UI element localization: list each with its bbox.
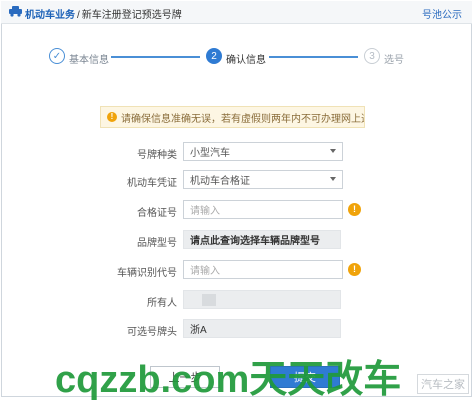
breadcrumb-section[interactable]: 机动车业务 [25, 10, 75, 21]
plate-type-value: 小型汽车 [190, 148, 230, 159]
row-brand-model: 品牌型号 请点此查询选择车辆品牌型号 [0, 230, 475, 250]
row-owner: 所有人 [0, 290, 475, 310]
alert-text: 请确保信息准确无误，若有虚假则两年内不可办理网上选号业务 [121, 113, 364, 125]
plate-type-label: 号牌种类 [137, 150, 177, 161]
owner-redacted [202, 293, 216, 306]
vehicle-cert-select[interactable]: 机动车合格证 [183, 170, 343, 189]
breadcrumb: 机动车业务 / 新车注册登记预选号牌 [25, 6, 182, 21]
step-2-label: 确认信息 [226, 55, 266, 66]
row-vehicle-cert: 机动车凭证 机动车合格证 [0, 170, 475, 190]
car-icon [9, 6, 22, 17]
help-icon[interactable]: ! [348, 263, 361, 276]
cert-number-input[interactable]: 请输入 [183, 200, 343, 219]
breadcrumb-separator: / [77, 10, 80, 21]
vehicle-cert-value: 机动车合格证 [190, 176, 250, 187]
cert-number-label: 合格证号 [137, 208, 177, 219]
brand-model-lookup[interactable]: 请点此查询选择车辆品牌型号 [183, 230, 341, 249]
owner-field [183, 290, 341, 309]
plate-prefix-label: 可选号牌头 [127, 327, 177, 338]
step-1-label: 基本信息 [69, 55, 109, 66]
notice-link[interactable]: 号池公示 [422, 6, 462, 21]
step-indicator: ✓ 基本信息 2 确认信息 3 选号 [40, 42, 440, 72]
step-connector-1 [111, 56, 200, 58]
step-connector-2 [269, 56, 358, 58]
plate-type-select[interactable]: 小型汽车 [183, 142, 343, 161]
vehicle-cert-label: 机动车凭证 [127, 178, 177, 189]
chevron-down-icon [330, 149, 336, 153]
vin-input[interactable]: 请输入 [183, 260, 343, 279]
warning-icon: ! [107, 112, 117, 122]
step-1-check-icon: ✓ [49, 48, 65, 64]
row-plate-type: 号牌种类 小型汽车 [0, 142, 475, 162]
vin-placeholder: 请输入 [190, 266, 220, 277]
vin-label: 车辆识别代号 [117, 268, 177, 279]
top-bar: 机动车业务 / 新车注册登记预选号牌 号池公示 [1, 1, 472, 24]
row-cert-number: 合格证号 请输入 ! [0, 200, 475, 220]
watermark: cqzzb.com天天改车 [55, 359, 402, 401]
help-icon[interactable]: ! [348, 203, 361, 216]
plate-prefix-field: 浙A [183, 319, 341, 338]
row-plate-prefix: 可选号牌头 浙A [0, 319, 475, 339]
row-vin: 车辆识别代号 请输入 ! [0, 260, 475, 280]
cert-number-placeholder: 请输入 [190, 206, 220, 217]
warning-alert: ! 请确保信息准确无误，若有虚假则两年内不可办理网上选号业务 [100, 106, 365, 128]
corner-logo: 汽车之家 [417, 374, 469, 394]
step-2-number: 2 [206, 48, 222, 64]
breadcrumb-current: 新车注册登记预选号牌 [81, 10, 182, 21]
chevron-down-icon [330, 177, 336, 181]
step-3-number: 3 [364, 48, 380, 64]
brand-model-label: 品牌型号 [137, 238, 177, 249]
step-3-label: 选号 [384, 55, 404, 66]
owner-label: 所有人 [147, 298, 177, 309]
